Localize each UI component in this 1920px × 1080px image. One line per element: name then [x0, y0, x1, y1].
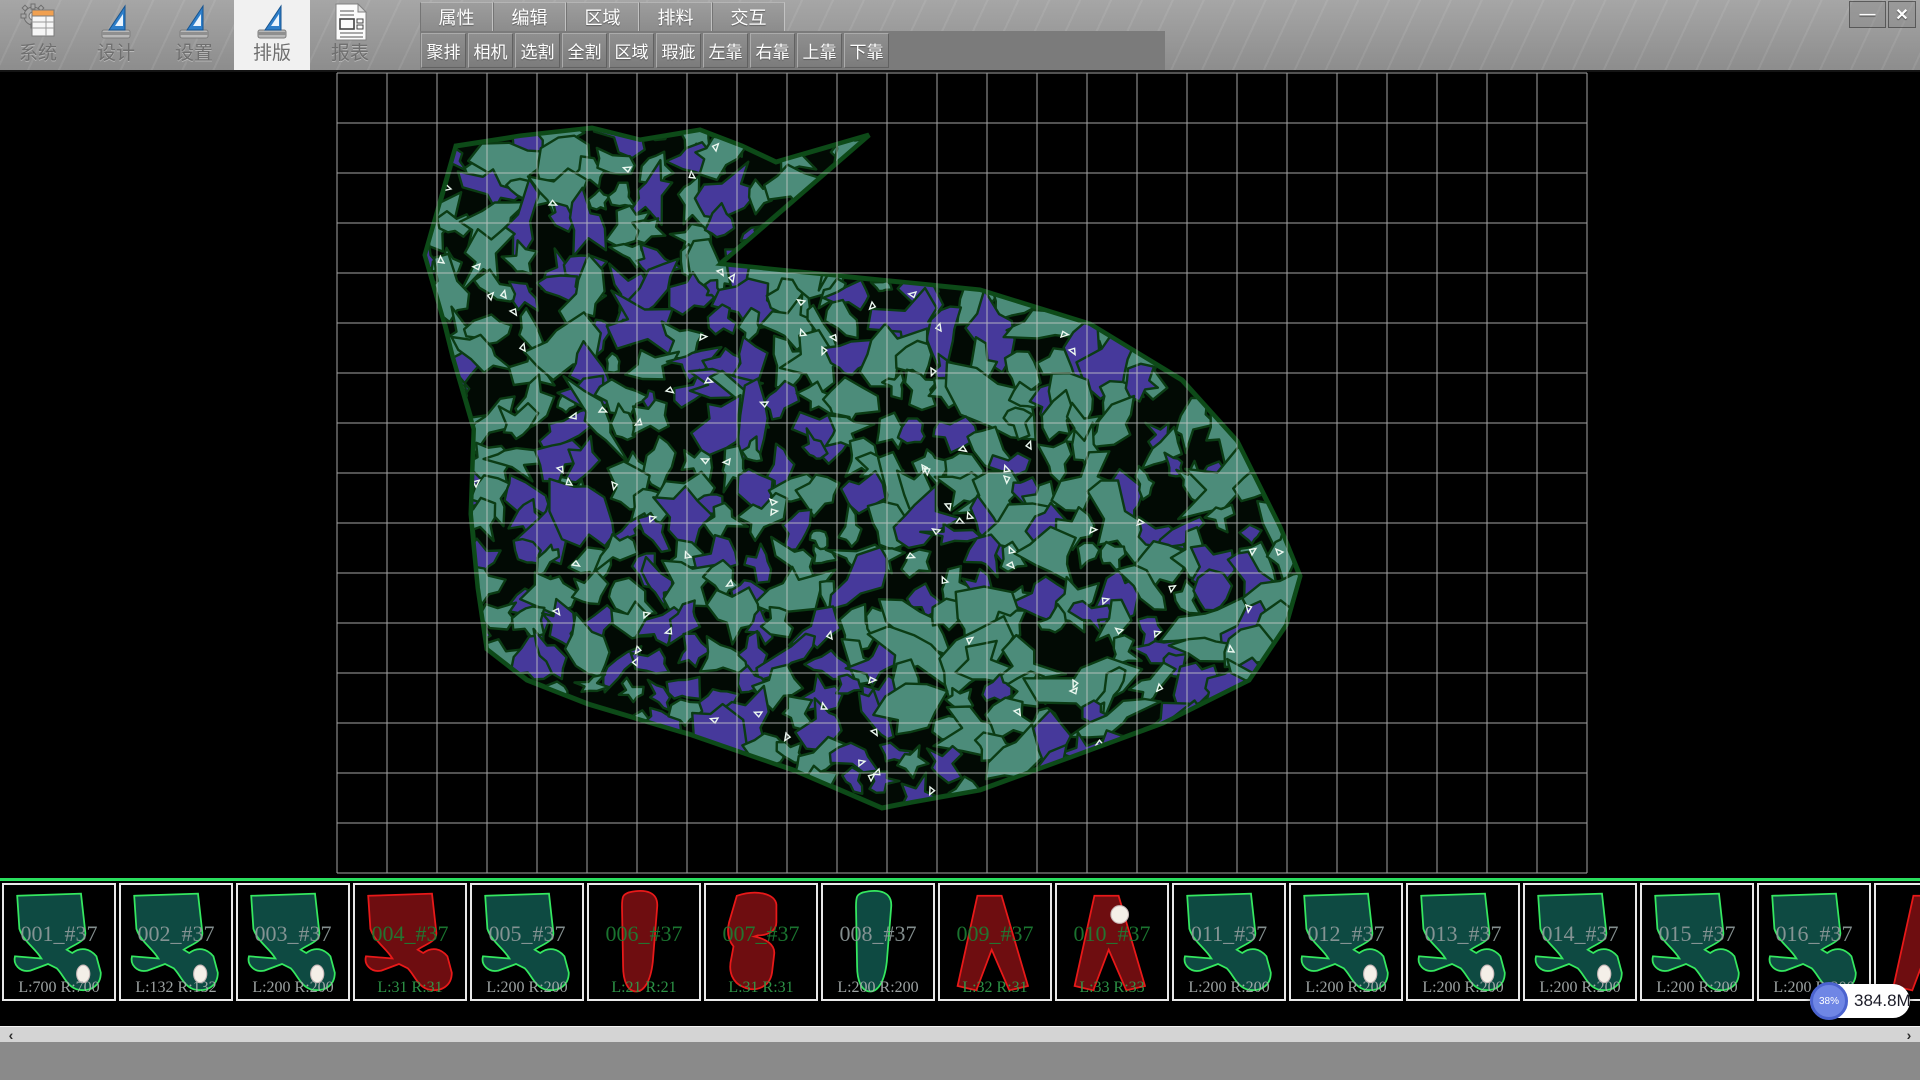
- piece-lr-count: L:31 R:31: [355, 979, 465, 997]
- tool-button-2[interactable]: 相机: [468, 33, 513, 68]
- piece-id-label: 003_#37: [238, 921, 348, 947]
- strip-bottom-gap: [0, 1003, 1920, 1026]
- nesting-canvas[interactable]: [0, 72, 1920, 878]
- menu-tab-1[interactable]: 属性: [420, 2, 493, 31]
- menu-tab-4[interactable]: 排料: [639, 2, 712, 31]
- piece-tile-3[interactable]: 003_#37 L:200 R:200: [236, 883, 350, 1001]
- piece-tile-12[interactable]: 012_#37 L:200 R:200: [1289, 883, 1403, 1001]
- app-tab-4[interactable]: 排版: [234, 0, 310, 70]
- scroll-right-icon[interactable]: ›: [1900, 1027, 1918, 1042]
- menu-bar: 属性编辑区域排料交互: [420, 2, 785, 31]
- piece-id-label: 008_#37: [823, 921, 933, 947]
- piece-id-label: 006_#37: [589, 921, 699, 947]
- piece-tile-6[interactable]: 006_#37 L:21 R:21: [587, 883, 701, 1001]
- piece-lr-count: L:21 R:21: [589, 979, 699, 997]
- tool-button-9[interactable]: 上靠: [797, 33, 842, 68]
- piece-id-label: 009_#37: [940, 921, 1050, 947]
- piece-id-label: 012_#37: [1291, 921, 1401, 947]
- piece-tile-5[interactable]: 005_#37 L:200 R:200: [470, 883, 584, 1001]
- scroll-left-icon[interactable]: ‹: [2, 1027, 20, 1042]
- report-icon: [330, 2, 370, 42]
- tool-button-8[interactable]: 右靠: [750, 33, 795, 68]
- piece-lr-count: L:200 R:200: [472, 979, 582, 997]
- piece-id-label: 010_#37: [1057, 921, 1167, 947]
- piece-id-label: 014_#37: [1525, 921, 1635, 947]
- tool-button-10[interactable]: 下靠: [844, 33, 889, 68]
- piece-tile-8[interactable]: 008_#37 L:200 R:200: [821, 883, 935, 1001]
- close-button[interactable]: ✕: [1888, 1, 1916, 28]
- toolbar: 聚排相机选割全割区域瑕疵左靠右靠上靠下靠: [420, 31, 1165, 70]
- piece-lr-count: L:132 R:132: [121, 979, 231, 997]
- piece-tile-10[interactable]: 010_#37 L:33 R:33: [1055, 883, 1169, 1001]
- piece-id-label: 013_#37: [1408, 921, 1518, 947]
- piece-tile-14[interactable]: 014_#37 L:200 R:200: [1523, 883, 1637, 1001]
- memory-value: 384.8M: [1854, 984, 1911, 1018]
- piece-lr-count: L:700 R:700: [4, 979, 114, 997]
- piece-tile-2[interactable]: 002_#37 L:132 R:132: [119, 883, 233, 1001]
- titlebar: 系统设计设置排版报表 属性编辑区域排料交互 聚排相机选割全割区域瑕疵左靠右靠上靠…: [0, 0, 1920, 72]
- piece-tile-11[interactable]: 011_#37 L:200 R:200: [1172, 883, 1286, 1001]
- piece-tile-13[interactable]: 013_#37 L:200 R:200: [1406, 883, 1520, 1001]
- tool-button-4[interactable]: 全割: [562, 33, 607, 68]
- menu-tab-3[interactable]: 区域: [566, 2, 639, 31]
- tool-button-3[interactable]: 选割: [515, 33, 560, 68]
- memory-status-badge: 38% 384.8M: [1810, 984, 1910, 1018]
- menu-tab-5[interactable]: 交互: [712, 2, 785, 31]
- pieces-strip: 001_#37 L:700 R:700 002_#37 L:132 R:132 003_…: [0, 883, 1920, 1003]
- app-tab-2[interactable]: 设计: [78, 0, 154, 70]
- app-tab-label: 设计: [97, 42, 135, 66]
- piece-lr-count: L:200 R:200: [1291, 979, 1401, 997]
- piece-id-label: 015_#37: [1642, 921, 1752, 947]
- piece-lr-count: L:200 R:200: [1408, 979, 1518, 997]
- piece-id-label: 001_#37: [4, 921, 114, 947]
- piece-lr-count: L:200 R:200: [823, 979, 933, 997]
- app-tab-label: 系统: [19, 42, 57, 66]
- piece-id-label: 011_#37: [1174, 921, 1284, 947]
- app-tab-1[interactable]: 系统: [0, 0, 76, 70]
- status-bar: [0, 1042, 1920, 1080]
- window-controls: — ✕: [1847, 1, 1916, 28]
- horizontal-scrollbar[interactable]: ‹ ›: [0, 1026, 1920, 1042]
- piece-lr-count: L:200 R:200: [1174, 979, 1284, 997]
- system-gear-icon: [18, 2, 58, 42]
- minimize-button[interactable]: —: [1849, 1, 1886, 28]
- piece-tile-15[interactable]: 015_#37 L:200 R:200: [1640, 883, 1754, 1001]
- ruler-icon: [96, 2, 136, 42]
- piece-lr-count: L:200 R:200: [1642, 979, 1752, 997]
- tool-button-5[interactable]: 区域: [609, 33, 654, 68]
- app-tab-5[interactable]: 报表: [312, 0, 388, 70]
- piece-id-label: 016_#37: [1759, 921, 1869, 947]
- app-tab-label: 排版: [253, 42, 291, 66]
- strip-separator: [0, 878, 1920, 881]
- app-tab-label: 报表: [331, 42, 369, 66]
- progress-circle: 38%: [1810, 982, 1848, 1020]
- ruler-icon: [174, 2, 214, 42]
- app-tab-label: 设置: [175, 42, 213, 66]
- app-mode-tabs: 系统 设计 设置 排版 报表: [0, 0, 390, 70]
- piece-tile-1[interactable]: 001_#37 L:700 R:700: [2, 883, 116, 1001]
- tool-button-6[interactable]: 瑕疵: [656, 33, 701, 68]
- piece-tile-7[interactable]: 007_#37 L:31 R:31: [704, 883, 818, 1001]
- ruler-icon: [252, 2, 292, 42]
- piece-lr-count: L:33 R:33: [1057, 979, 1167, 997]
- piece-id-label: 004_#37: [355, 921, 465, 947]
- piece-lr-count: L:32 R:31: [940, 979, 1050, 997]
- menu-tab-2[interactable]: 编辑: [493, 2, 566, 31]
- piece-tile-4[interactable]: 004_#37 L:31 R:31: [353, 883, 467, 1001]
- piece-id-label: 007_#37: [706, 921, 816, 947]
- piece-tile-9[interactable]: 009_#37 L:32 R:31: [938, 883, 1052, 1001]
- tool-button-1[interactable]: 聚排: [421, 33, 466, 68]
- piece-lr-count: L:200 R:200: [1525, 979, 1635, 997]
- piece-lr-count: L:200 R:200: [238, 979, 348, 997]
- piece-lr-count: L:31 R:31: [706, 979, 816, 997]
- app-tab-3[interactable]: 设置: [156, 0, 232, 70]
- piece-id-label: 002_#37: [121, 921, 231, 947]
- tool-button-7[interactable]: 左靠: [703, 33, 748, 68]
- piece-id-label: 005_#37: [472, 921, 582, 947]
